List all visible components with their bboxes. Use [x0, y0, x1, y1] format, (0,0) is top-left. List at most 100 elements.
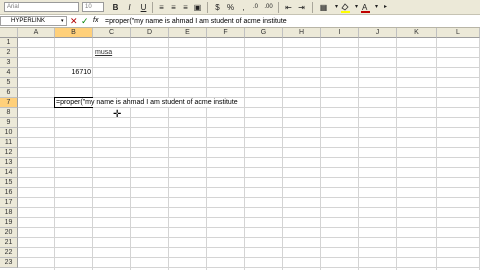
row-header[interactable]: 9 — [0, 118, 18, 128]
gridline — [358, 38, 359, 270]
gridline — [18, 247, 480, 248]
row-header[interactable]: 11 — [0, 138, 18, 148]
row-header[interactable]: 8 — [0, 108, 18, 118]
increase-decimal-icon[interactable]: .0 — [250, 2, 261, 13]
column-header[interactable]: E — [169, 28, 207, 38]
currency-icon[interactable]: $ — [212, 2, 223, 13]
name-box[interactable]: HYPERLINK — [0, 16, 67, 26]
gridline — [320, 38, 321, 270]
row-header[interactable]: 21 — [0, 238, 18, 248]
gridline — [18, 77, 480, 78]
column-header[interactable]: I — [321, 28, 359, 38]
underline-button[interactable]: U — [138, 2, 149, 13]
row-header[interactable]: 22 — [0, 248, 18, 258]
row-header[interactable]: 14 — [0, 168, 18, 178]
align-right-icon[interactable]: ≡ — [180, 2, 191, 13]
row-header[interactable]: 1 — [0, 38, 18, 48]
italic-button[interactable]: I — [124, 2, 135, 13]
enter-icon[interactable]: ✓ — [81, 16, 89, 26]
gridline — [18, 47, 480, 48]
gridline — [18, 117, 480, 118]
name-box-dropdown-icon[interactable]: ▾ — [61, 16, 64, 26]
row-header[interactable]: 19 — [0, 218, 18, 228]
gridline — [18, 267, 480, 268]
column-header[interactable]: L — [437, 28, 480, 38]
gridline — [18, 257, 480, 258]
increase-indent-icon[interactable]: ⇥ — [296, 2, 307, 13]
row-header[interactable]: 17 — [0, 198, 18, 208]
column-header[interactable]: J — [359, 28, 397, 38]
row-header[interactable]: 16 — [0, 188, 18, 198]
spreadsheet-grid[interactable]: A B C D E F G H I J K L 1 2 3 4 5 6 7 8 … — [0, 28, 480, 270]
align-left-icon[interactable]: ≡ — [156, 2, 167, 13]
mouse-cursor-icon: ✛ — [113, 109, 122, 120]
borders-icon[interactable]: ▦ — [318, 2, 329, 13]
gridline — [168, 38, 169, 270]
row-header[interactable]: 6 — [0, 88, 18, 98]
select-all-corner[interactable] — [0, 28, 18, 38]
formula-bar: HYPERLINK ▾ ✕ ✓ fx =proper("my name is a… — [0, 15, 480, 28]
font-color-icon[interactable]: A — [360, 2, 371, 13]
row-header[interactable]: 12 — [0, 148, 18, 158]
gridline — [18, 137, 480, 138]
gridline — [18, 157, 480, 158]
bold-button[interactable]: B — [110, 2, 121, 13]
percent-icon[interactable]: % — [225, 2, 236, 13]
cell-c2[interactable]: musa — [95, 48, 112, 57]
gridline — [18, 217, 480, 218]
column-header[interactable]: D — [131, 28, 169, 38]
align-center-icon[interactable]: ≡ — [168, 2, 179, 13]
gridline — [396, 38, 397, 270]
toolbar-separator — [312, 2, 313, 13]
column-header[interactable]: B — [55, 28, 93, 38]
gridline — [282, 38, 283, 270]
gridline — [18, 237, 480, 238]
row-header[interactable]: 18 — [0, 208, 18, 218]
gridline — [206, 38, 207, 270]
gridline — [436, 38, 437, 270]
row-header[interactable]: 2 — [0, 48, 18, 58]
column-header[interactable]: C — [93, 28, 131, 38]
gridline — [18, 177, 480, 178]
formatting-toolbar: Arial 10 B I U ≡ ≡ ≡ ▣ $ % , .0 .00 ⇤ ⇥ … — [0, 0, 480, 15]
column-header[interactable]: A — [18, 28, 55, 38]
insert-function-icon[interactable]: fx — [93, 16, 98, 26]
column-header[interactable]: K — [397, 28, 437, 38]
gridline — [18, 167, 480, 168]
gridline — [18, 147, 480, 148]
fill-color-icon[interactable] — [340, 2, 351, 13]
font-name-dropdown[interactable]: Arial — [4, 2, 79, 12]
row-header[interactable]: 20 — [0, 228, 18, 238]
cell-b4[interactable]: 16710 — [55, 68, 91, 77]
row-header[interactable]: 23 — [0, 258, 18, 268]
toolbar-separator — [278, 2, 279, 13]
gridline — [18, 197, 480, 198]
decrease-decimal-icon[interactable]: .00 — [263, 2, 274, 13]
column-header[interactable]: F — [207, 28, 245, 38]
comma-style-icon[interactable]: , — [238, 2, 249, 13]
column-header[interactable]: G — [245, 28, 283, 38]
formula-input[interactable]: =proper("my name is ahmad I am student o… — [105, 17, 287, 26]
gridline — [18, 127, 480, 128]
toolbar-separator — [152, 2, 153, 13]
toolbar-separator — [207, 2, 208, 13]
gridline — [18, 187, 480, 188]
gridline — [18, 207, 480, 208]
row-header[interactable]: 10 — [0, 128, 18, 138]
row-header[interactable]: 7 — [0, 98, 18, 108]
svg-text:A: A — [362, 3, 368, 12]
cancel-icon[interactable]: ✕ — [70, 16, 78, 26]
font-size-dropdown[interactable]: 10 — [82, 2, 104, 12]
toolbar-options-icon[interactable]: ▸ — [380, 2, 391, 13]
row-header[interactable]: 5 — [0, 78, 18, 88]
gridline — [18, 57, 480, 58]
gridline — [18, 227, 480, 228]
row-header[interactable]: 3 — [0, 58, 18, 68]
cell-b7-edit[interactable]: =proper("my name is ahmad I am student o… — [56, 98, 238, 107]
column-header[interactable]: H — [283, 28, 321, 38]
row-header[interactable]: 15 — [0, 178, 18, 188]
merge-center-icon[interactable]: ▣ — [192, 2, 203, 13]
decrease-indent-icon[interactable]: ⇤ — [283, 2, 294, 13]
row-header[interactable]: 4 — [0, 68, 18, 78]
row-header[interactable]: 13 — [0, 158, 18, 168]
